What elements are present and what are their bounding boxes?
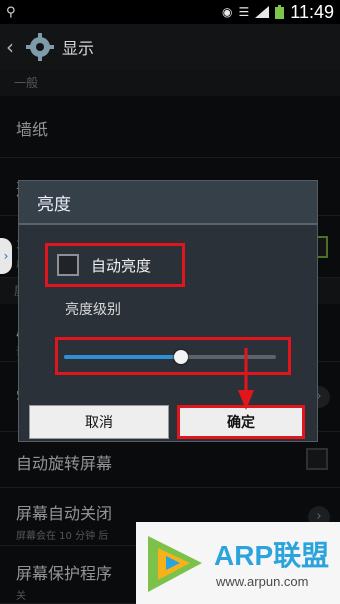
signal-icon [255,6,270,18]
arp-logo-icon [148,536,202,592]
side-panel-tab[interactable]: › [0,238,12,274]
app-bar: ‹ 显示 [0,24,340,70]
auto-brightness-label: 自动亮度 [91,256,152,275]
usb-icon: ⚲ [6,4,16,20]
gear-icon[interactable] [26,33,54,61]
auto-brightness-highlight: 自动亮度 [45,243,185,287]
wifi-icon: ☰ [238,5,250,19]
cancel-button[interactable]: 取消 [29,405,169,439]
status-icons: ◉ ☰ 11:49 [222,2,334,23]
eye-icon: ◉ [222,5,233,19]
clock: 11:49 [290,1,334,22]
auto-brightness-checkbox[interactable] [57,254,79,276]
brightness-level-label: 亮度级别 [65,302,121,318]
watermark-url: www.arpun.com [216,574,309,589]
status-bar: ⚲ ◉ ☰ 11:49 [0,0,340,24]
watermark-name: ARP联盟 [214,540,330,571]
slider-fill [64,355,181,359]
brightness-dialog: 亮度 自动亮度 亮度级别 取消 确定 [18,180,318,442]
annotation-arrow-icon [238,348,254,410]
ok-button[interactable]: 确定 [177,405,305,439]
page-title: 显示 [62,39,95,58]
dialog-title: 亮度 [19,181,317,225]
back-chevron-icon[interactable]: ‹ [6,35,22,59]
watermark: ARP联盟 www.arpun.com [136,522,340,604]
battery-icon [275,5,285,19]
slider-thumb[interactable] [173,350,188,364]
